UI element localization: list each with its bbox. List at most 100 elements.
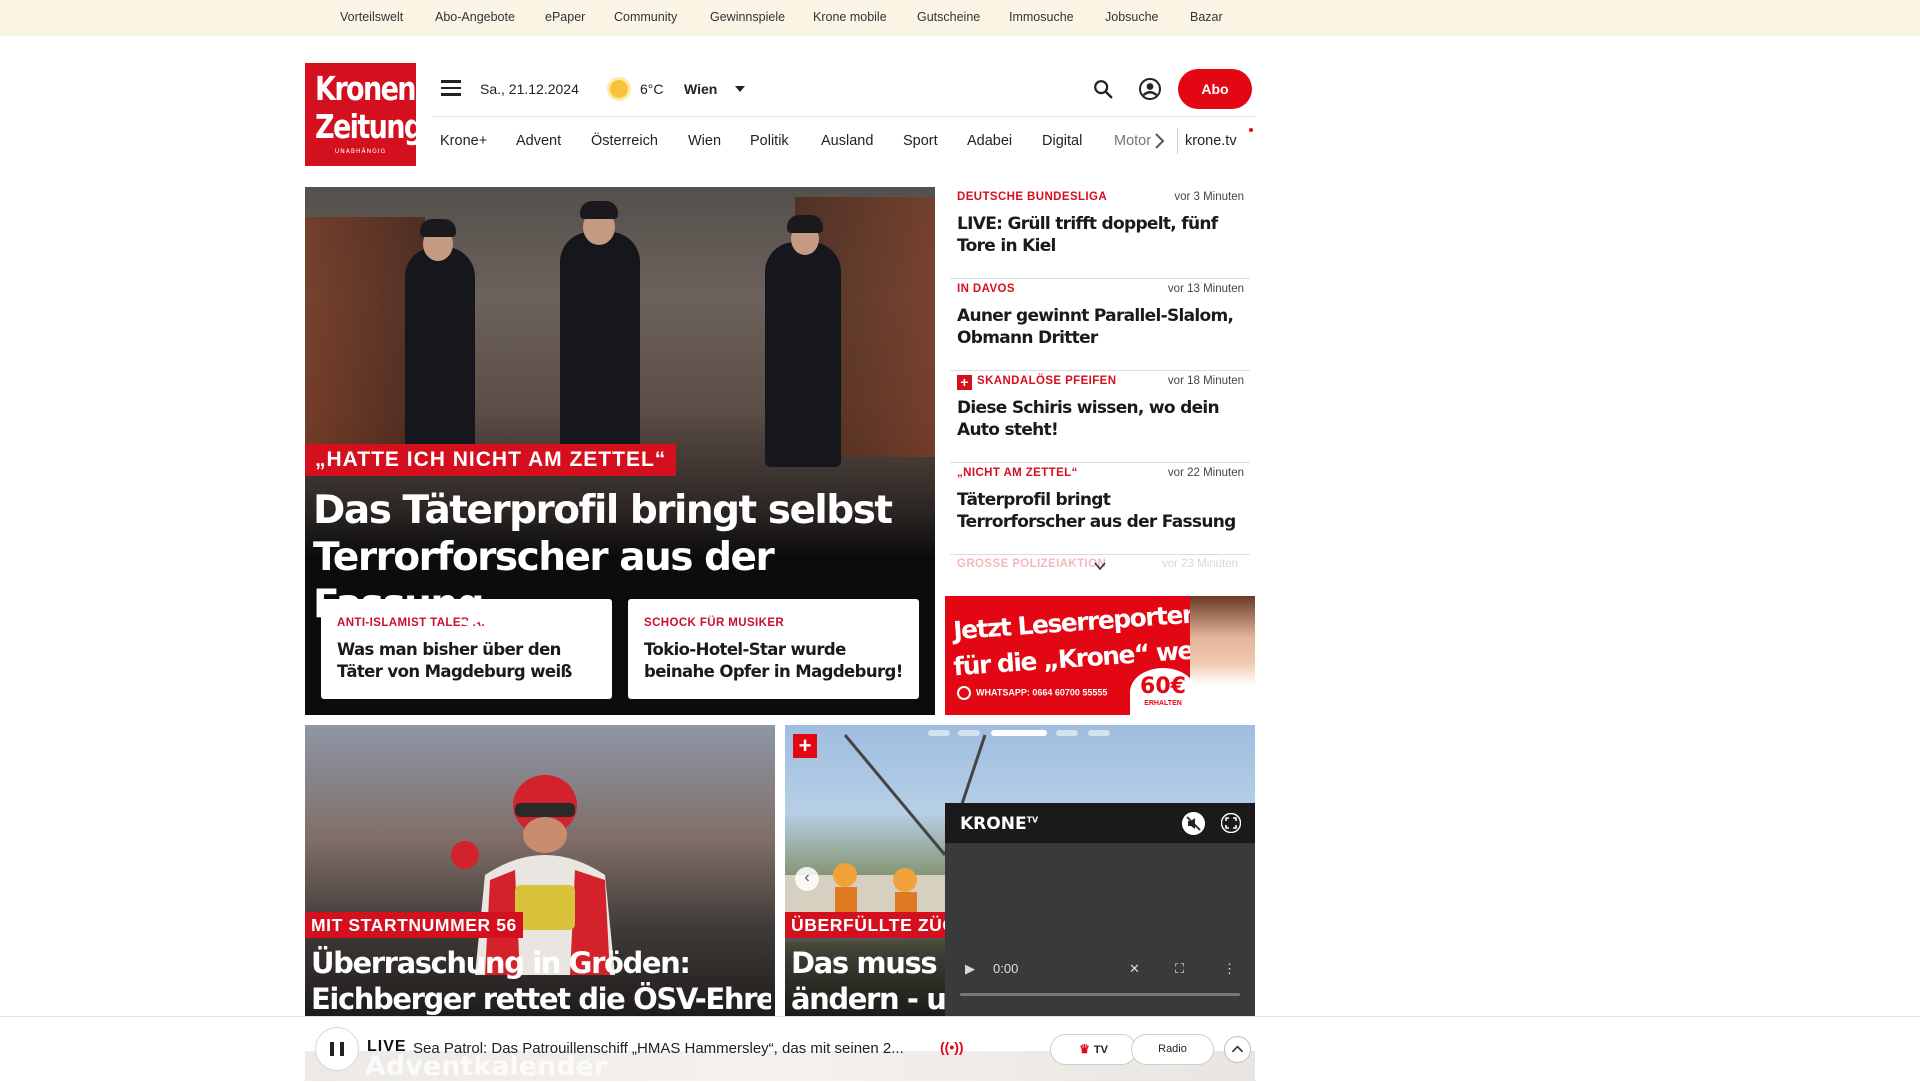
- chevron-down-icon[interactable]: [1093, 560, 1107, 572]
- video-brand: KRONETV: [960, 814, 1039, 834]
- ticker-time: vor 3 Minuten: [1174, 191, 1244, 203]
- search-icon[interactable]: [1092, 78, 1114, 100]
- ticker-title: Täterprofil bringt Terrorforscher aus de…: [957, 490, 1236, 532]
- tv-toggle-button[interactable]: ♛ TV: [1050, 1034, 1137, 1065]
- logo-line-2: Zeitung: [314, 107, 423, 146]
- topbar-link-vorteilswelt[interactable]: Vorteilswelt: [340, 10, 403, 24]
- ad-reward-sub: ERHALTEN: [1144, 700, 1182, 707]
- ticker-title: Diese Schiris wissen, wo dein Auto steht…: [957, 398, 1220, 440]
- kronen-zeitung-logo[interactable]: Kronen Zeitung UNABHÄNGIG: [305, 63, 423, 166]
- topbar-link-gewinnspiele[interactable]: Gewinnspiele: [710, 10, 785, 24]
- expand-icon[interactable]: ⛶: [1175, 961, 1184, 977]
- story-title-line-2: ändern - u: [791, 982, 945, 1016]
- nav-item-wien[interactable]: Wien: [688, 133, 721, 149]
- nav-item-krone-plus[interactable]: Krone+: [440, 133, 487, 149]
- video-progress-bar[interactable]: [960, 993, 1240, 996]
- city-selector[interactable]: Wien: [684, 81, 717, 97]
- ticker-time: vor 13 Minuten: [1167, 283, 1244, 295]
- radio-toggle-button[interactable]: Radio: [1131, 1034, 1214, 1065]
- ad-reward-amount: 60€: [1140, 674, 1186, 699]
- story-kicker: MIT STARTNUMMER 56: [305, 912, 523, 938]
- story-title-line-2: Eichberger rettet die ÖSV-Ehre: [311, 982, 771, 1016]
- leserreporter-ad-banner[interactable]: Jetzt Leserreporter für die „Krone“ werd…: [945, 596, 1255, 715]
- story-title[interactable]: Das muss s ändern - u: [791, 945, 945, 1017]
- logo-tagline: UNABHÄNGIG: [334, 148, 387, 155]
- hero-kicker: „HATTE ICH NICHT AM ZETTEL“: [305, 444, 677, 476]
- video-time: 0:00: [993, 961, 1019, 976]
- abo-button[interactable]: Abo: [1178, 69, 1252, 109]
- whatsapp-icon: [957, 686, 971, 700]
- broadcast-icon: ((•)): [940, 1039, 964, 1055]
- nav-item-oesterreich[interactable]: Österreich: [591, 133, 658, 149]
- story-title[interactable]: Überraschung in Gröden: Eichberger rette…: [311, 945, 771, 1017]
- ticker-faded-kicker: GROSSE POLIZEIAKTION: [957, 558, 1107, 570]
- chevron-up-icon[interactable]: [1224, 1036, 1251, 1063]
- ticker-faded-time: vor 23 Minuten: [1162, 558, 1239, 570]
- ticker-title: LIVE: Grüll trifft doppelt, fünf Tore in…: [957, 214, 1218, 256]
- topbar-link-gutscheine[interactable]: Gutscheine: [917, 10, 980, 24]
- topbar-link-community[interactable]: Community: [614, 10, 677, 24]
- current-date: Sa., 21.12.2024: [480, 81, 579, 97]
- story-title-line-1: Das muss s: [791, 946, 945, 980]
- ticker-item[interactable]: DEUTSCHE BUNDESLIGA vor 3 Minuten LIVE: …: [950, 187, 1250, 279]
- nav-item-adabei[interactable]: Adabei: [967, 133, 1012, 149]
- ad-reward-badge: 60€ ERHALTEN: [1130, 668, 1196, 715]
- krone-plus-icon: +: [793, 734, 817, 758]
- fullscreen-icon[interactable]: [1221, 813, 1241, 833]
- ticker-item[interactable]: IN DAVOS vor 13 Minuten Auner gewinnt Pa…: [950, 279, 1250, 371]
- krone-plus-icon: +: [957, 375, 972, 390]
- nav-item-ausland[interactable]: Ausland: [821, 133, 873, 149]
- top-utility-bar: Vorteilswelt Abo-Angebote ePaper Communi…: [0, 0, 1920, 36]
- nav-item-politik[interactable]: Politik: [750, 133, 789, 149]
- topbar-link-jobsuche[interactable]: Jobsuche: [1105, 10, 1159, 24]
- ticker-kicker: DEUTSCHE BUNDESLIGA: [957, 191, 1108, 203]
- hero-headline[interactable]: Das Täterprofil bringt selbst Terrorfors…: [313, 487, 923, 628]
- topbar-link-abo-angebote[interactable]: Abo-Angebote: [435, 10, 515, 24]
- topbar-link-immosuche[interactable]: Immosuche: [1009, 10, 1074, 24]
- hamburger-menu-icon[interactable]: [440, 78, 462, 98]
- krone-tv-video-player[interactable]: KRONETV ▶ 0:00 ✕ ⛶ ⋮: [945, 803, 1255, 1016]
- volume-icon[interactable]: ✕: [1129, 961, 1140, 977]
- story-title-line-1: Überraschung in Gröden:: [311, 946, 691, 980]
- logo-line-1: Kronen: [314, 69, 417, 108]
- ticker-kicker: IN DAVOS: [957, 283, 1015, 295]
- chevron-right-icon[interactable]: [1152, 131, 1166, 151]
- sun-weather-icon: [610, 80, 628, 98]
- nav-item-krone-tv[interactable]: krone.tv: [1185, 133, 1237, 149]
- nav-item-sport[interactable]: Sport: [903, 133, 938, 149]
- more-options-icon[interactable]: ⋮: [1223, 961, 1236, 977]
- ticker-kicker: SKANDALÖSE PFEIFEN: [977, 375, 1117, 387]
- user-account-icon[interactable]: [1138, 77, 1162, 101]
- ticker-time: vor 22 Minuten: [1167, 467, 1244, 479]
- temperature: 6°C: [640, 81, 664, 97]
- chevron-down-icon[interactable]: [735, 86, 745, 92]
- nav-separator: [1177, 128, 1178, 154]
- pause-icon: [330, 1042, 334, 1056]
- live-label: LIVE: [367, 1038, 407, 1055]
- carousel-prev-button[interactable]: ‹: [795, 867, 819, 891]
- mute-icon[interactable]: [1182, 812, 1205, 835]
- topbar-link-krone-mobile[interactable]: Krone mobile: [813, 10, 887, 24]
- topbar-link-epaper[interactable]: ePaper: [545, 10, 585, 24]
- nav-item-motor[interactable]: Motor: [1114, 133, 1151, 149]
- nav-item-advent[interactable]: Advent: [516, 133, 561, 149]
- crown-icon: ♛: [1079, 1042, 1090, 1056]
- ad-whatsapp-number: WHATSAPP: 0664 60700 55555: [976, 687, 1108, 698]
- ticker-item[interactable]: „NICHT AM ZETTEL“ vor 22 Minuten Täterpr…: [950, 463, 1250, 555]
- card-title: Was man bisher über den Täter von Magdeb…: [337, 640, 572, 681]
- ticker-time: vor 18 Minuten: [1167, 375, 1244, 387]
- ticker-kicker: „NICHT AM ZETTEL“: [957, 467, 1078, 479]
- ticker-title: Auner gewinnt Parallel-Slalom, Obmann Dr…: [957, 306, 1234, 348]
- nav-divider: [432, 116, 1255, 117]
- live-player-bar: Adventkalender LIVE Sea Patrol: Das Patr…: [0, 1016, 1920, 1082]
- nav-item-digital[interactable]: Digital: [1042, 133, 1082, 149]
- card-title: Tokio-Hotel-Star wurde beinahe Opfer in …: [644, 640, 903, 681]
- pause-button[interactable]: [315, 1027, 359, 1071]
- skier-photo: [451, 775, 615, 975]
- live-now-playing-text[interactable]: Sea Patrol: Das Patrouillenschiff „HMAS …: [413, 1040, 933, 1057]
- topbar-link-bazar[interactable]: Bazar: [1190, 10, 1223, 24]
- live-indicator-dot: [1249, 128, 1253, 132]
- play-icon[interactable]: ▶: [965, 961, 975, 977]
- ticker-item[interactable]: + SKANDALÖSE PFEIFEN vor 18 Minuten Diese…: [950, 371, 1250, 463]
- story-kicker: ÜBERFÜLLTE ZÜGE: [785, 912, 945, 938]
